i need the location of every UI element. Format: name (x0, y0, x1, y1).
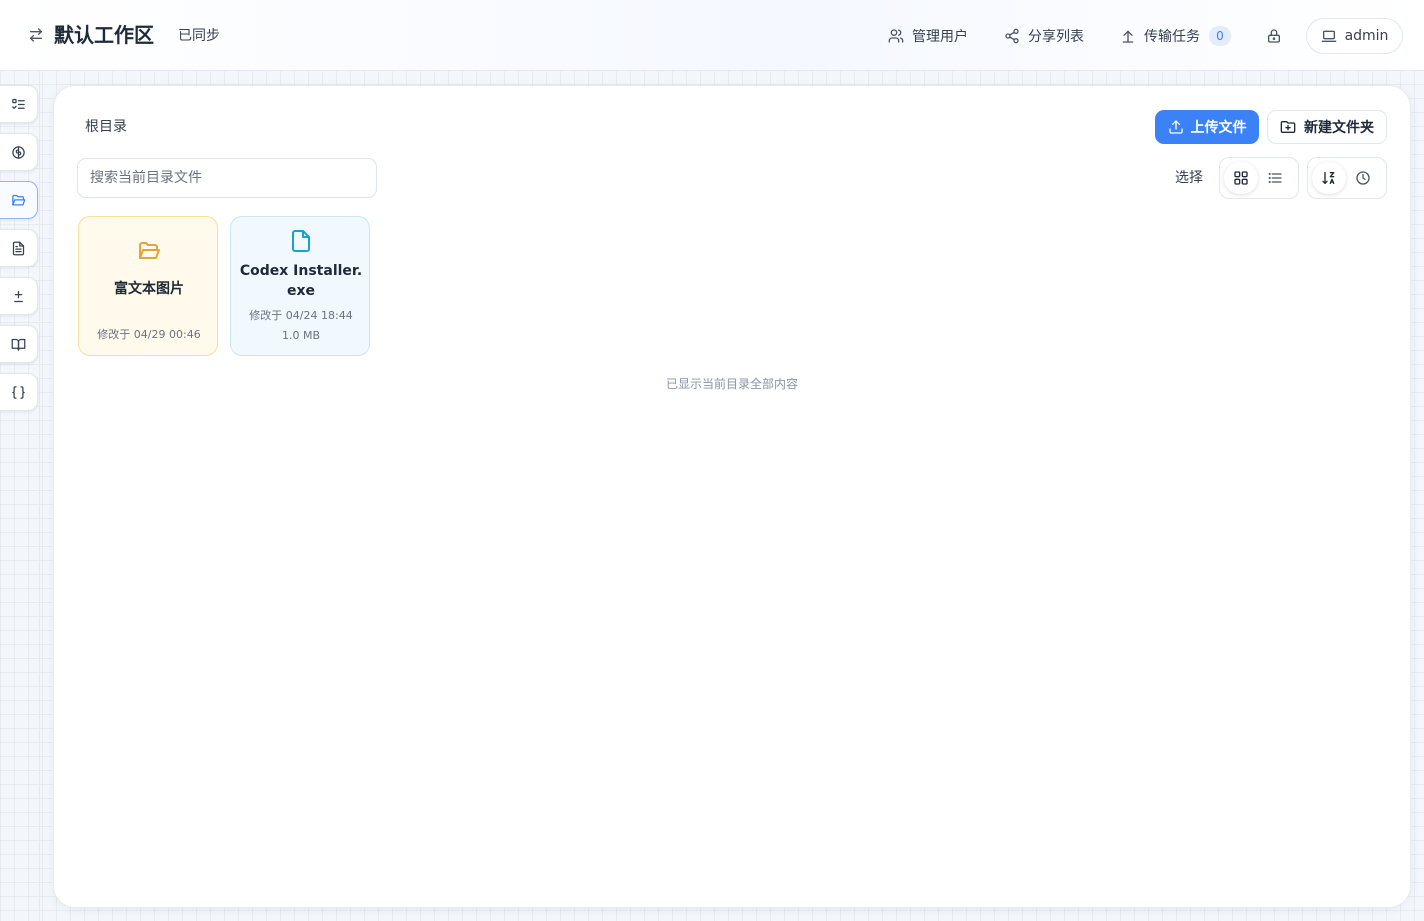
view-mode-toggle (1219, 157, 1299, 199)
end-of-list-message: 已显示当前目录全部内容 (665, 377, 798, 391)
manage-users-button[interactable]: 管理用户 (888, 25, 968, 47)
user-menu-button[interactable]: admin (1306, 18, 1403, 54)
sort-by-time-button[interactable] (1346, 162, 1380, 194)
upload-file-button[interactable]: 上传文件 (1155, 110, 1259, 144)
plus-minus-icon (11, 289, 26, 304)
file-browser-panel (53, 85, 1411, 908)
sidebar-item-files[interactable] (0, 181, 38, 219)
sort-mode-toggle (1307, 157, 1387, 199)
laptop-icon (1321, 28, 1337, 44)
file-modified: 修改于 04/24 18:44 (249, 309, 353, 322)
breadcrumb[interactable]: 根目录 (85, 117, 127, 137)
share-icon (1004, 28, 1020, 44)
transfer-tasks-button[interactable]: 传输任务 0 (1120, 25, 1231, 47)
sidebar-divider (39, 71, 40, 921)
folder-modified: 修改于 04/29 00:46 (97, 328, 201, 341)
clock-icon (1355, 170, 1371, 186)
manage-users-label: 管理用户 (912, 29, 968, 45)
new-folder-label: 新建文件夹 (1304, 120, 1374, 136)
select-mode-button[interactable]: 选择 (1175, 168, 1203, 188)
share-list-button[interactable]: 分享列表 (1004, 25, 1084, 47)
switch-workspace-icon[interactable] (28, 27, 44, 43)
transfer-count-badge: 0 (1209, 26, 1231, 46)
sort-by-name-button[interactable] (1312, 162, 1346, 194)
file-name: Codex Installer.exe (239, 263, 363, 299)
braces-icon (11, 385, 26, 400)
new-folder-button[interactable]: 新建文件夹 (1267, 110, 1387, 144)
sidebar-item-diff[interactable] (0, 277, 38, 315)
sidebar-item-json[interactable] (0, 373, 38, 411)
share-list-label: 分享列表 (1028, 29, 1084, 45)
folder-plus-icon (1280, 119, 1296, 135)
lock-icon[interactable] (1266, 28, 1282, 44)
upload-file-label: 上传文件 (1190, 120, 1247, 136)
folder-open-icon (11, 193, 26, 208)
file-icon (289, 229, 313, 253)
brain-icon (11, 145, 26, 160)
search-input[interactable] (77, 158, 377, 198)
file-size: 1.0 MB (281, 329, 321, 342)
folder-open-icon (137, 239, 161, 263)
sidebar-item-brain[interactable] (0, 133, 38, 171)
grid-view-button[interactable] (1224, 162, 1258, 194)
grid-icon (1233, 170, 1249, 186)
file-text-icon (11, 241, 26, 256)
users-icon (888, 28, 904, 44)
top-header: 默认工作区 已同步 管理用户 分享列表 传输任务 0 admin (0, 0, 1424, 71)
upload-icon (1120, 28, 1136, 44)
upload-icon (1168, 119, 1184, 135)
list-checks-icon (11, 97, 26, 112)
sync-status: 已同步 (178, 28, 220, 44)
transfer-tasks-label: 传输任务 (1144, 29, 1200, 45)
list-icon (1267, 170, 1283, 186)
book-open-icon (11, 337, 26, 352)
sidebar-item-book[interactable] (0, 325, 38, 363)
sort-az-icon (1321, 170, 1337, 186)
folder-name: 富文本图片 (114, 281, 184, 297)
sidebar-item-tasks[interactable] (0, 85, 38, 123)
username-label: admin (1344, 28, 1389, 44)
workspace-title: 默认工作区 (54, 23, 154, 47)
folder-card[interactable]: 富文本图片 修改于 04/29 00:46 (78, 216, 218, 356)
sidebar-item-document[interactable] (0, 229, 38, 267)
file-card[interactable]: Codex Installer.exe 修改于 04/24 18:44 1.0 … (230, 216, 370, 356)
list-view-button[interactable] (1258, 162, 1292, 194)
